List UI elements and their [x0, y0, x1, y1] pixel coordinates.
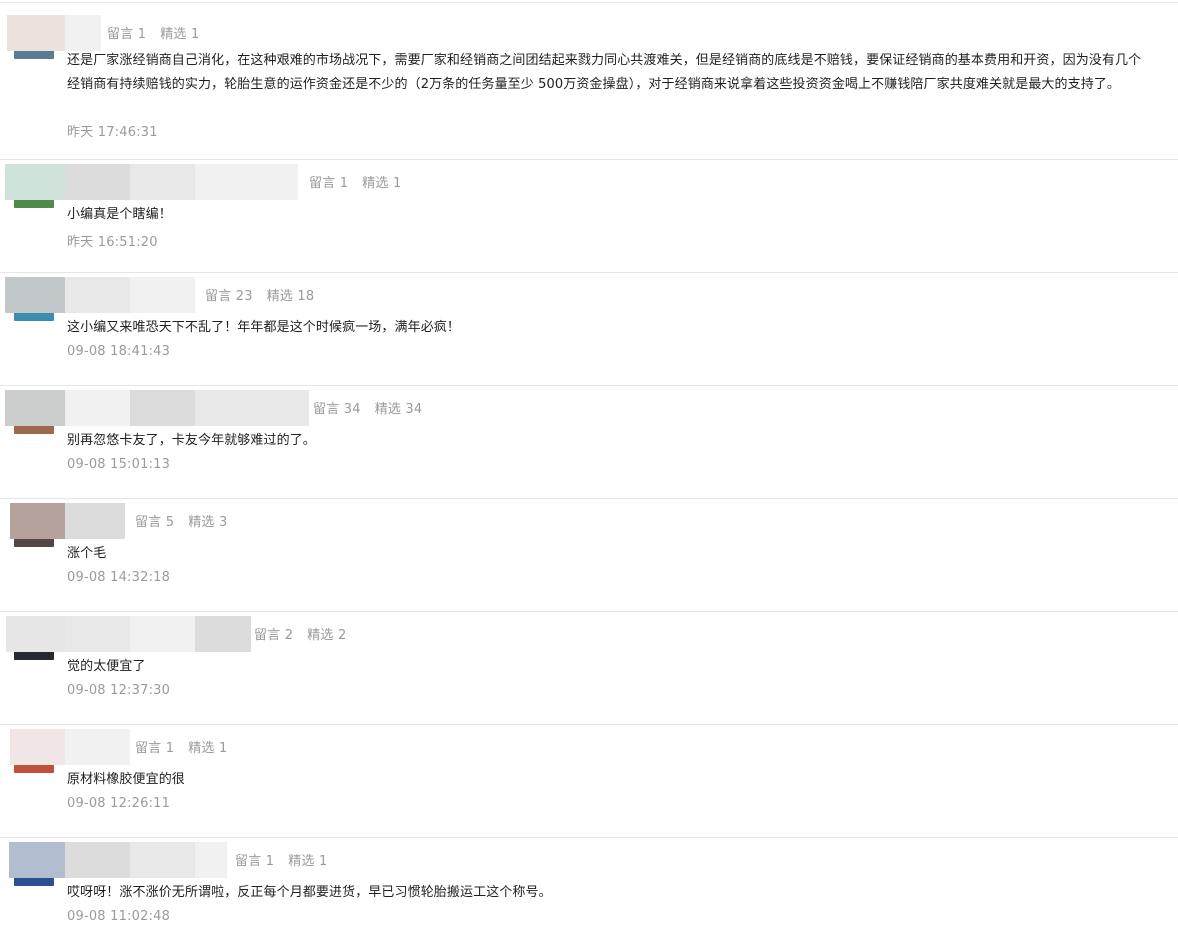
- comment-text: 原材料橡胶便宜的很: [67, 772, 185, 787]
- reply-count: 留言 34: [313, 402, 361, 417]
- comment-timestamp: 09-08 18:41:43: [67, 344, 171, 359]
- comment-text: 小编真是个瞎编！: [67, 207, 172, 222]
- reply-count: 留言 1: [135, 741, 175, 756]
- featured-count: 精选 1: [362, 176, 402, 191]
- featured-count: 精选 18: [266, 289, 315, 304]
- comment-item: 留言 1 精选 1 小编真是个瞎编！ 昨天 16:51:20: [0, 160, 1178, 273]
- reply-count: 留言 1: [235, 854, 275, 869]
- comment-stats: 留言 34 精选 34: [313, 398, 422, 417]
- reply-count: 留言 5: [135, 515, 175, 530]
- comment-item: 留言 1 精选 1 还是厂家涨经销商自己消化，在这种艰难的市场战况下，需要厂家和经销…: [0, 3, 1178, 160]
- comment-timestamp: 09-08 12:26:11: [67, 796, 171, 811]
- comment-text: 别再忽悠卡友了，卡友今年就够难过的了。: [67, 433, 316, 448]
- comment-timestamp: 昨天 16:51:20: [67, 235, 158, 250]
- comment-item: 留言 23 精选 18 这小编又来唯恐天下不乱了！年年都是这个时候疯一场，满年必疯！…: [0, 273, 1178, 386]
- comment-item: 留言 34 精选 34 别再忽悠卡友了，卡友今年就够难过的了。 09-08 15:01…: [0, 386, 1178, 499]
- comment-timestamp: 09-08 14:32:18: [67, 570, 171, 585]
- comment-item: 留言 2 精选 2 觉的太便宜了 09-08 12:37:30: [0, 612, 1178, 725]
- comment-item: 留言 1 精选 1 哎呀呀！涨不涨价无所谓啦，反正每个月都要进货，早已习惯轮胎搬运工…: [0, 838, 1178, 951]
- comment-stats: 留言 1 精选 1: [235, 850, 327, 869]
- comment-item: 留言 5 精选 3 涨个毛 09-08 14:32:18: [0, 499, 1178, 612]
- comment-text: 觉的太便宜了: [67, 659, 146, 674]
- reply-count: 留言 1: [309, 176, 349, 191]
- comment-stats: 留言 23 精选 18: [205, 285, 314, 304]
- reply-count: 留言 23: [205, 289, 253, 304]
- featured-count: 精选 1: [288, 854, 328, 869]
- featured-count: 精选 1: [188, 741, 228, 756]
- comment-text: 还是厂家涨经销商自己消化，在这种艰难的市场战况下，需要厂家和经销商之间团结起来戮…: [67, 53, 1142, 92]
- comment-timestamp: 昨天 17:46:31: [67, 125, 158, 140]
- comment-item: 留言 1 精选 1 原材料橡胶便宜的很 09-08 12:26:11: [0, 725, 1178, 838]
- comment-stats: 留言 1 精选 1: [107, 23, 199, 42]
- reply-count: 留言 1: [107, 27, 147, 42]
- featured-count: 精选 34: [374, 402, 423, 417]
- comment-stats: 留言 1 精选 1: [135, 737, 227, 756]
- featured-count: 精选 2: [307, 628, 347, 643]
- comment-stats: 留言 1 精选 1: [309, 172, 401, 191]
- comment-text: 哎呀呀！涨不涨价无所谓啦，反正每个月都要进货，早已习惯轮胎搬运工这个称号。: [67, 885, 552, 900]
- reply-count: 留言 2: [254, 628, 294, 643]
- comment-timestamp: 09-08 12:37:30: [67, 683, 171, 698]
- featured-count: 精选 1: [160, 27, 200, 42]
- comment-stats: 留言 5 精选 3: [135, 511, 227, 530]
- comment-text: 这小编又来唯恐天下不乱了！年年都是这个时候疯一场，满年必疯！: [67, 320, 461, 335]
- comment-timestamp: 09-08 15:01:13: [67, 457, 171, 472]
- featured-count: 精选 3: [188, 515, 228, 530]
- comment-text: 涨个毛: [67, 546, 107, 561]
- comment-stats: 留言 2 精选 2: [254, 624, 346, 643]
